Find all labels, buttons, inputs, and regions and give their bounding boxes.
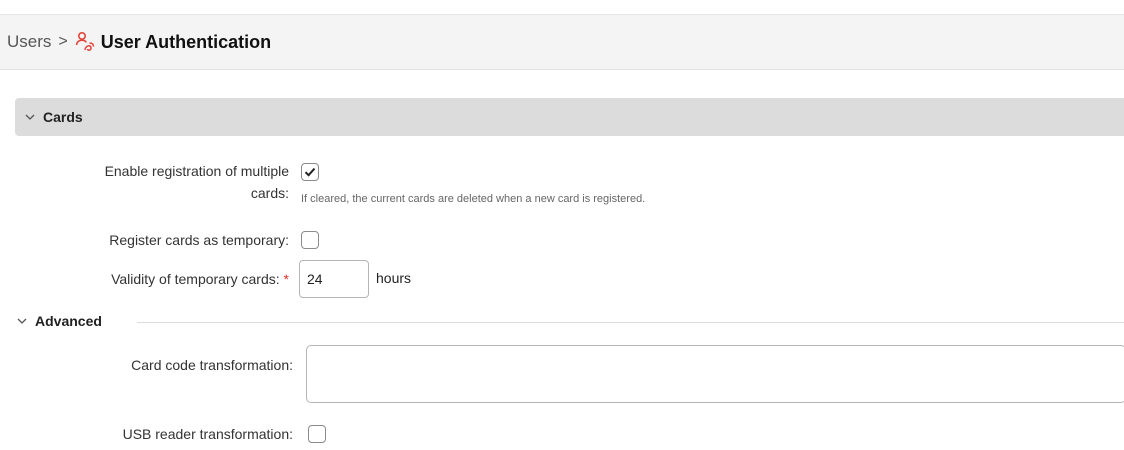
validity-label: Validity of temporary cards: * <box>111 268 289 290</box>
page-header: Users > User Authentication <box>0 14 1124 70</box>
enable-multiple-label-line2: cards: <box>250 185 289 201</box>
enable-multiple-label-line1: Enable registration of multiple <box>104 163 289 179</box>
advanced-section-title: Advanced <box>35 313 102 329</box>
chevron-down-icon <box>23 110 37 124</box>
required-mark: * <box>283 271 289 287</box>
validity-label-text: Validity of temporary cards: <box>111 271 280 287</box>
breadcrumb-separator: > <box>58 33 68 50</box>
validity-hours-input[interactable] <box>299 260 369 298</box>
card-code-transformation-input[interactable] <box>306 345 1124 403</box>
validity-unit: hours <box>376 270 412 286</box>
register-temporary-checkbox[interactable] <box>301 231 319 249</box>
enable-multiple-checkbox[interactable] <box>301 163 319 181</box>
chevron-down-icon <box>15 314 29 328</box>
breadcrumb-users-link[interactable]: Users <box>7 32 51 52</box>
usb-reader-transformation-label: USB reader transformation: <box>122 426 293 442</box>
advanced-divider <box>137 322 1124 323</box>
advanced-section-header[interactable]: Advanced <box>15 313 102 329</box>
top-strip <box>0 0 260 14</box>
register-temporary-label: Register cards as temporary: <box>109 232 289 248</box>
page-title: User Authentication <box>100 31 272 52</box>
user-auth-icon <box>74 31 96 53</box>
cards-section-title: Cards <box>43 109 83 125</box>
cards-section-header[interactable]: Cards <box>15 98 1124 136</box>
usb-reader-transformation-checkbox[interactable] <box>308 425 326 443</box>
enable-multiple-label: Enable registration of multiple cards: <box>105 160 289 204</box>
card-code-transformation-label: Card code transformation: <box>131 357 293 373</box>
enable-multiple-hint: If cleared, the current cards are delete… <box>301 193 646 205</box>
